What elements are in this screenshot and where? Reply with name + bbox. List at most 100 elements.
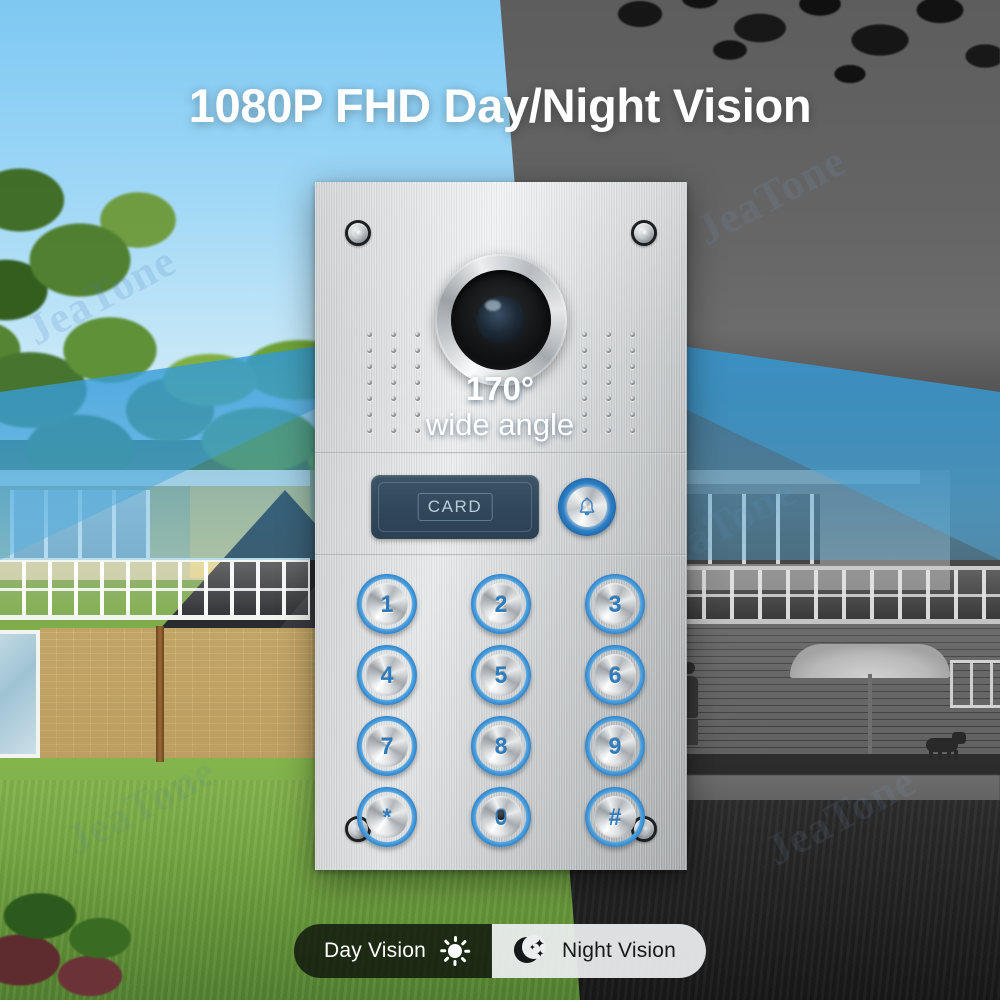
sun-ray: [443, 939, 450, 946]
keypad-key-cap: #: [594, 796, 636, 838]
keypad-key-label: 3: [608, 590, 622, 617]
keypad-key-label: *: [382, 803, 392, 830]
ir-led-dot: [582, 428, 587, 433]
doorbell-button[interactable]: [558, 478, 616, 536]
ir-led-dot: [367, 364, 372, 369]
ir-led-dot: [391, 364, 396, 369]
ir-led-dot: [630, 412, 635, 417]
ir-led-dot: [630, 364, 635, 369]
keypad-key-4[interactable]: 4: [357, 645, 417, 705]
keypad-key-label: 5: [494, 661, 508, 688]
keypad-key-8[interactable]: 8: [471, 716, 531, 776]
keypad-key-5[interactable]: 5: [471, 645, 531, 705]
keypad-key-2[interactable]: 2: [471, 574, 531, 634]
card-reader[interactable]: CARD: [371, 475, 539, 539]
day-shrub: [0, 880, 180, 1000]
ir-led-dot: [367, 332, 372, 337]
ir-led-dot: [606, 396, 611, 401]
ir-led-dot: [391, 332, 396, 337]
ir-led-dot: [415, 428, 420, 433]
ir-led-dot: [391, 396, 396, 401]
ir-led-dot: [606, 364, 611, 369]
product-banner: JeaTone JeaTone JeaTone JeaTone JeaTone …: [0, 0, 1000, 1000]
sun-ray: [453, 960, 457, 966]
keypad-key-cap: *: [366, 796, 408, 838]
sun-ray: [453, 936, 457, 942]
ir-led-dot: [606, 412, 611, 417]
night-dog: [920, 732, 966, 759]
keypad-key-cap: 2: [480, 583, 522, 625]
keypad-key-cap: 9: [594, 725, 636, 767]
keypad-key-cap: 1: [366, 583, 408, 625]
keypad-key-3[interactable]: 3: [585, 574, 645, 634]
screw-top-left: [345, 220, 371, 246]
ir-led-dot: [391, 380, 396, 385]
keypad-key-6[interactable]: 6: [585, 645, 645, 705]
ir-led-dot: [367, 348, 372, 353]
microphone-hole: [497, 810, 505, 820]
sun-ray: [460, 939, 467, 946]
doorbell-device: CARD 123456789*0#: [315, 182, 687, 870]
night-vision-pill[interactable]: ✦ ✦ ✦ Night Vision: [491, 924, 707, 978]
ir-led-dot: [630, 348, 635, 353]
ir-led-dot: [415, 380, 420, 385]
keypad-key-9[interactable]: 9: [585, 716, 645, 776]
ir-led-dot: [630, 332, 635, 337]
keypad-key-hash[interactable]: #: [585, 787, 645, 847]
ir-led-array-left: [367, 332, 420, 433]
sun-ray: [464, 949, 471, 953]
ir-led-array-right: [582, 332, 635, 433]
ir-led-dot: [606, 332, 611, 337]
panel-seam-upper: [315, 452, 687, 454]
keypad-key-7[interactable]: 7: [357, 716, 417, 776]
ir-led-dot: [415, 412, 420, 417]
keypad-key-label: 2: [494, 590, 508, 617]
card-reader-row: CARD: [315, 470, 687, 544]
keypad[interactable]: 123456789*0#: [348, 574, 654, 847]
ir-led-dot: [582, 396, 587, 401]
moon-stars-icon: ✦ ✦ ✦: [513, 935, 548, 966]
camera-lens-module: [435, 254, 567, 386]
ir-led-dot: [630, 380, 635, 385]
keypad-key-label: 6: [608, 661, 622, 688]
keypad-key-cap: 8: [480, 725, 522, 767]
keypad-key-cap: 5: [480, 654, 522, 696]
ir-led-dot: [606, 348, 611, 353]
ir-led-dot: [415, 364, 420, 369]
screw-top-right: [631, 220, 657, 246]
keypad-key-1[interactable]: 1: [357, 574, 417, 634]
doorbell-button-face: [567, 487, 607, 527]
ir-led-dot: [367, 396, 372, 401]
keypad-key-star[interactable]: *: [357, 787, 417, 847]
day-vision-pill[interactable]: Day Vision: [293, 924, 492, 978]
ir-led-dot: [582, 380, 587, 385]
ir-led-dot: [367, 380, 372, 385]
keypad-key-label: 9: [608, 732, 622, 759]
keypad-key-label: 4: [380, 661, 394, 688]
ir-led-dot: [630, 428, 635, 433]
keypad-key-cap: 4: [366, 654, 408, 696]
ir-led-dot: [367, 412, 372, 417]
keypad-key-label: 1: [380, 590, 394, 617]
keypad-key-label: #: [608, 803, 622, 830]
day-vision-label: Day Vision: [323, 939, 426, 962]
panel-seam-lower: [315, 554, 687, 556]
ir-led-dot: [582, 348, 587, 353]
lens-glint: [485, 300, 501, 311]
ir-led-dot: [367, 428, 372, 433]
keypad-key-cap: 3: [594, 583, 636, 625]
vision-mode-pills: Day Vision ✦ ✦ ✦ Night Vision: [293, 924, 707, 978]
keypad-key-cap: 7: [366, 725, 408, 767]
page-title: 1080P FHD Day/Night Vision: [188, 79, 812, 132]
ir-led-dot: [391, 428, 396, 433]
ir-led-dot: [415, 332, 420, 337]
ir-led-dot: [391, 348, 396, 353]
keypad-key-label: 7: [380, 732, 394, 759]
sun-ray: [443, 956, 450, 963]
ir-led-dot: [391, 412, 396, 417]
ir-led-dot: [415, 396, 420, 401]
keypad-key-cap: 6: [594, 654, 636, 696]
lens-housing: [451, 270, 551, 370]
keypad-key-label: 8: [494, 732, 508, 759]
card-reader-label: CARD: [417, 493, 493, 521]
